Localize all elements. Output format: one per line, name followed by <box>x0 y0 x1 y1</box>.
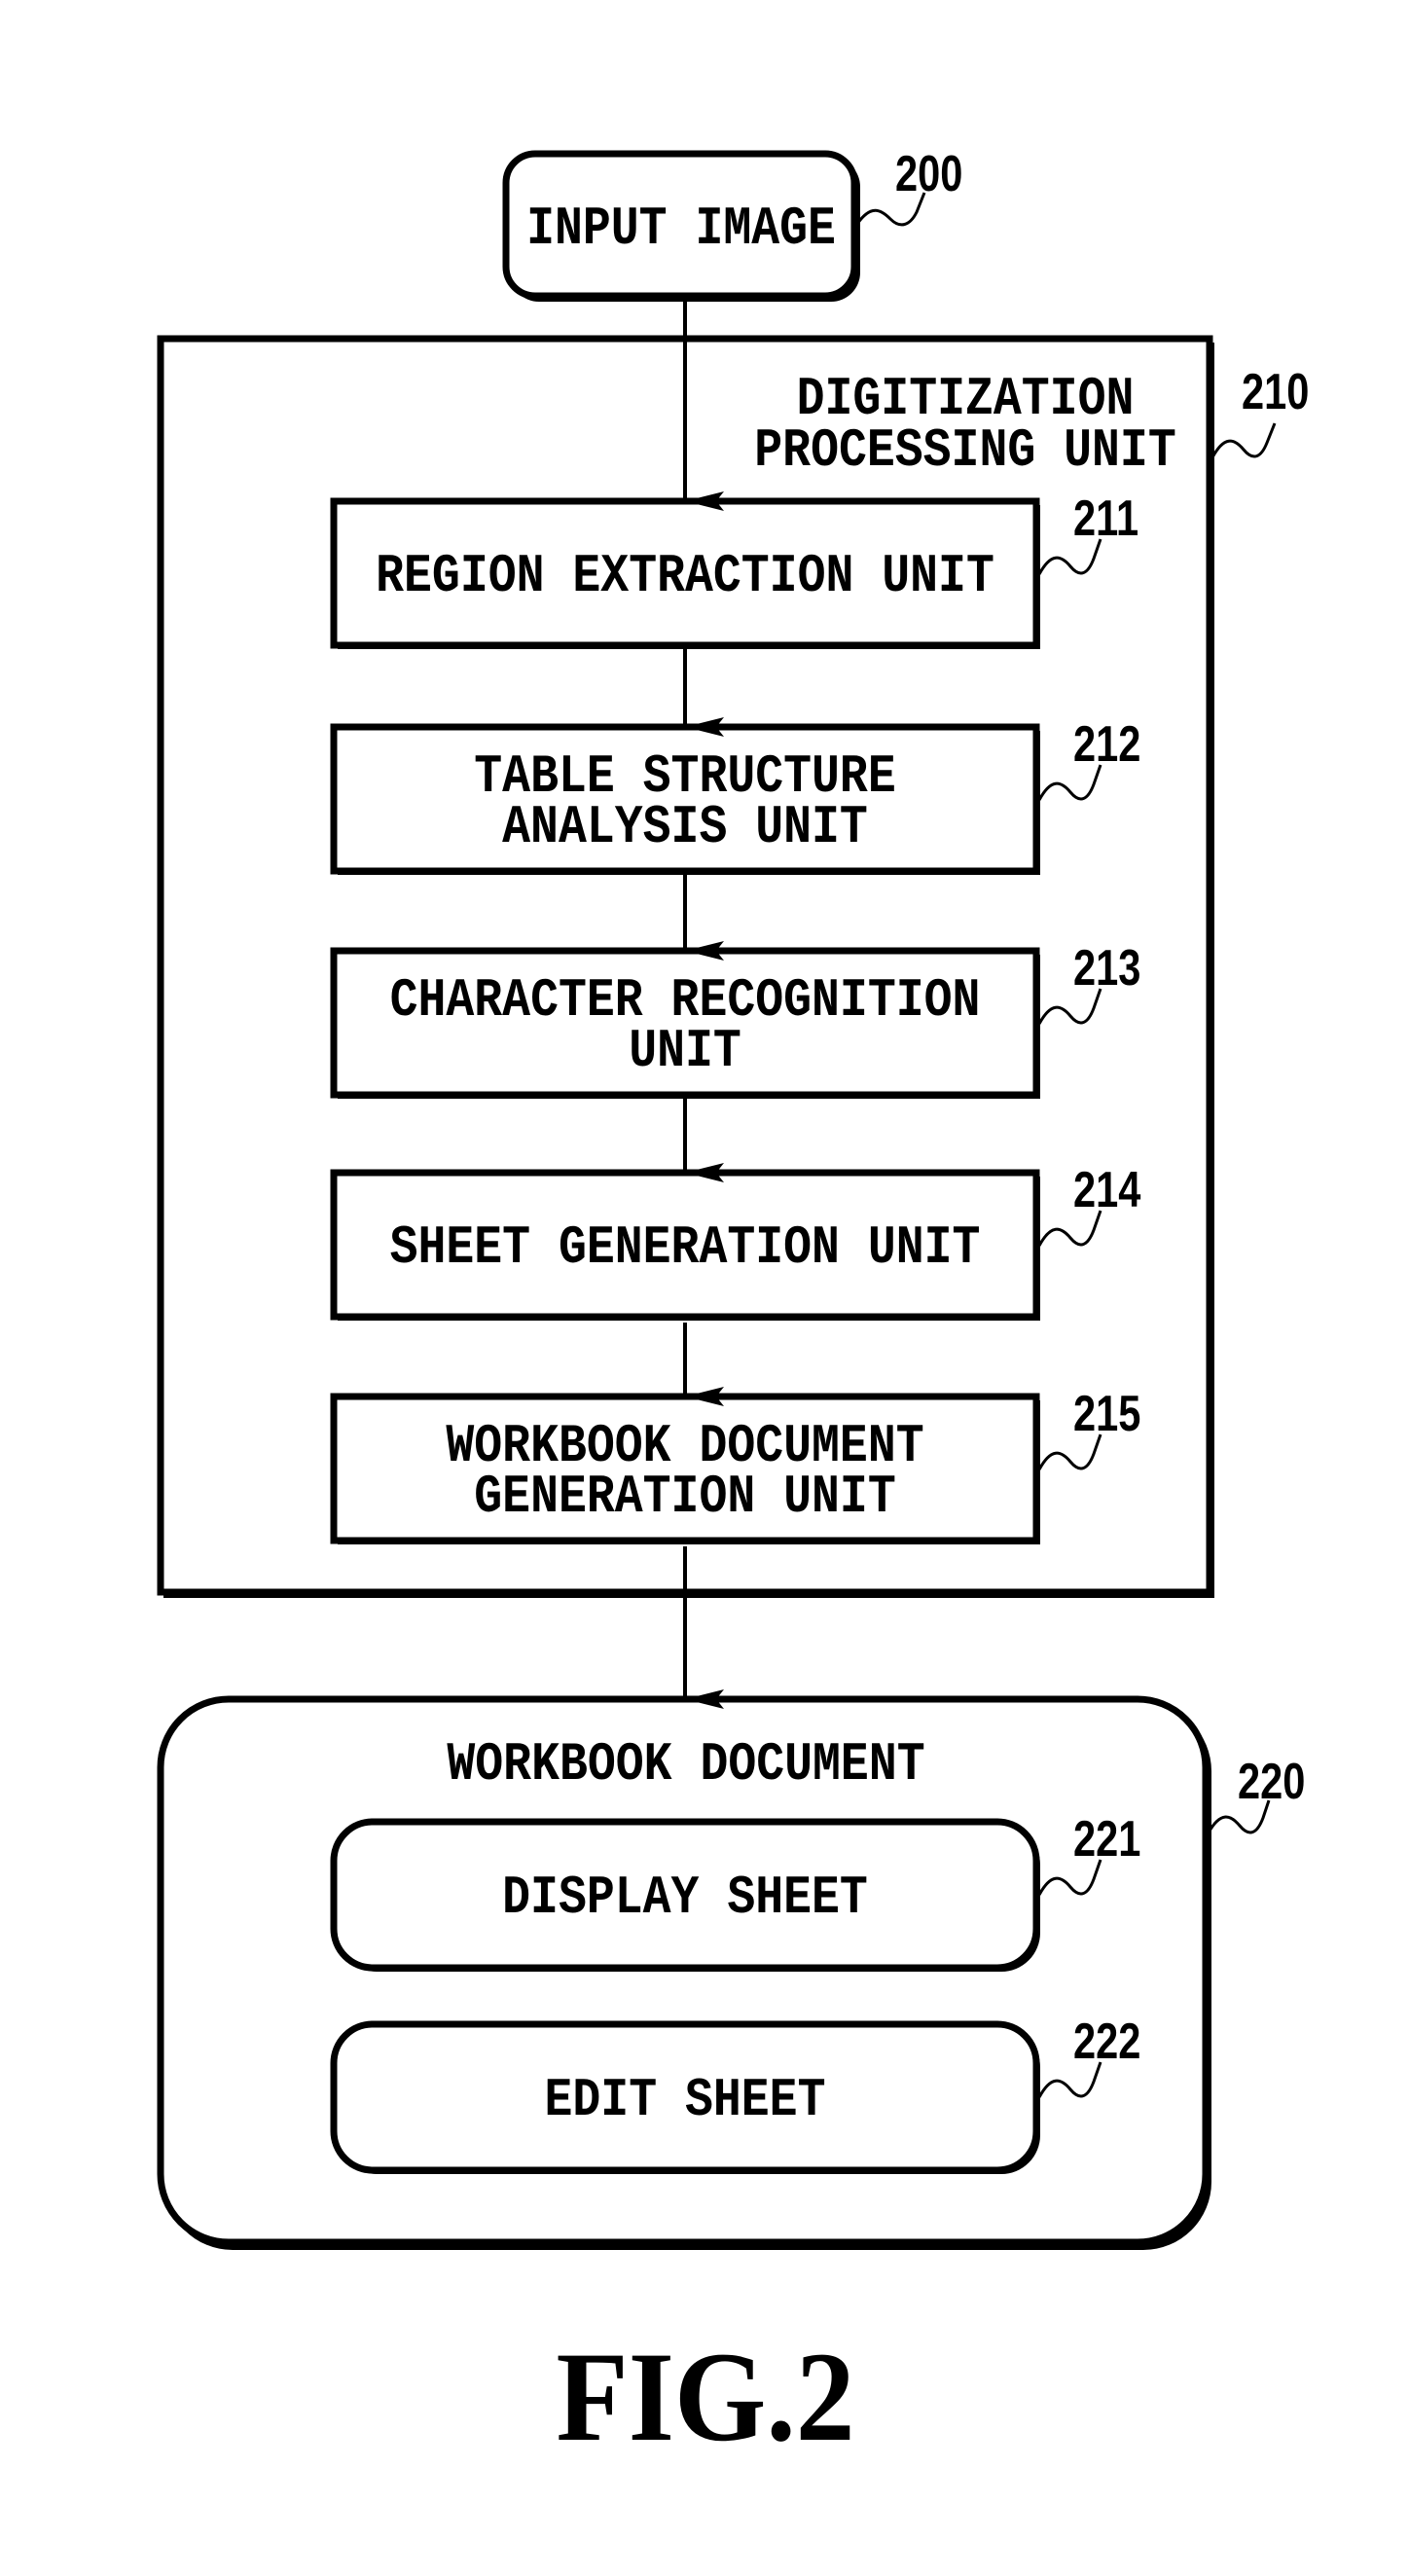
unit-block-214: SHEET GENERATION UNIT 214 <box>330 1161 1140 1321</box>
sheet-label-221: DISPLAY SHEET <box>502 1868 868 1929</box>
input-image-block: INPUT IMAGE <box>502 150 860 302</box>
ref-number-215: 215 <box>1073 1385 1140 1442</box>
unit-label-211-line-1: REGION EXTRACTION UNIT <box>376 546 994 607</box>
ref-number-221: 221 <box>1073 1810 1140 1868</box>
unit-label-215-line-2: GENERATION UNIT <box>474 1467 895 1528</box>
ref-200: 200 <box>855 145 962 227</box>
sheet-block-222: EDIT SHEET 222 <box>330 2013 1140 2174</box>
unit-block-215: WORKBOOK DOCUMENTGENERATION UNIT215 <box>330 1385 1140 1544</box>
leader-line-210 <box>1210 422 1277 458</box>
sheet-label-222: EDIT SHEET <box>545 2070 826 2131</box>
ref-number-210: 210 <box>1242 363 1309 420</box>
block-diagram: INPUT IMAGE 200 DIGITIZATION PROCESSING … <box>157 145 1309 2468</box>
ref-210: 210 <box>1210 363 1309 458</box>
ref-number-200: 200 <box>895 145 962 202</box>
unit-block-212: TABLE STRUCTUREANALYSIS UNIT212 <box>330 715 1140 875</box>
ref-number-211: 211 <box>1073 490 1138 547</box>
ref-number-214: 214 <box>1073 1161 1140 1218</box>
unit-label-213-line-2: UNIT <box>629 1021 741 1082</box>
ref-number-212: 212 <box>1073 715 1140 773</box>
ref-number-220: 220 <box>1238 1753 1305 1810</box>
sheet-block-221: DISPLAY SHEET 221 <box>330 1810 1140 1972</box>
workbook-document-title: WORKBOOK DOCUMENT <box>447 1734 924 1796</box>
unit-block-213: CHARACTER RECOGNITIONUNIT213 <box>330 939 1140 1099</box>
input-image-label: INPUT IMAGE <box>526 199 836 260</box>
figure-caption: FIG.2 <box>557 2326 855 2468</box>
digitization-title-line-2: PROCESSING UNIT <box>754 420 1175 482</box>
ref-number-222: 222 <box>1073 2013 1140 2070</box>
unit-label-214-line-1: SHEET GENERATION UNIT <box>390 1217 981 1279</box>
unit-label-212-line-2: ANALYSIS UNIT <box>502 797 868 858</box>
ref-number-213: 213 <box>1073 939 1140 997</box>
ref-220: 220 <box>1207 1753 1305 1834</box>
unit-block-211: REGION EXTRACTION UNIT 211 <box>330 490 1138 649</box>
